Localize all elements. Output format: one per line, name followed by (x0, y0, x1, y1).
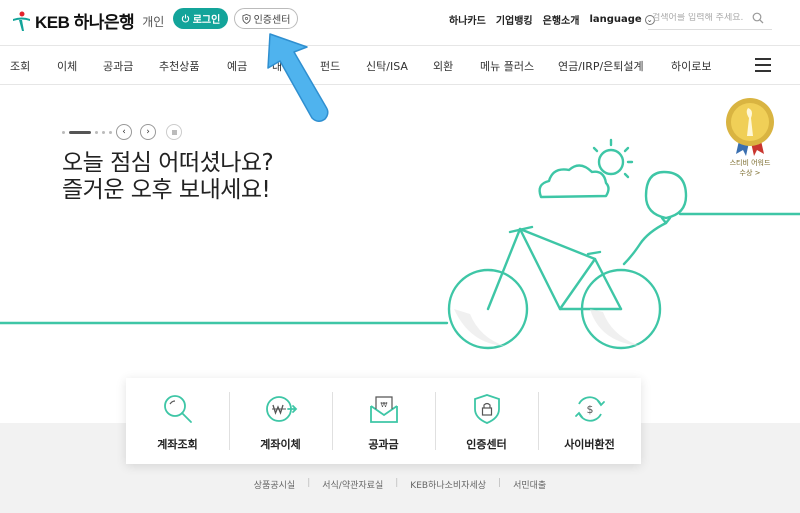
quick-item-account-transfer[interactable]: 계좌이체 (229, 378, 332, 464)
footer-link-forms-terms[interactable]: 서식/약관자료실 (310, 478, 395, 491)
quick-item-utility-bills[interactable]: ₩ 공과금 (332, 378, 435, 464)
nav-item-menu-plus[interactable]: 메뉴 플러스 (480, 58, 534, 74)
svg-text:₩: ₩ (380, 401, 387, 409)
language-label: language (589, 14, 642, 25)
main-nav: 조회 이체 공과금 추천상품 예금 대 펀드 신탁/ISA 외환 메뉴 플러스 … (0, 45, 800, 85)
hero-line-2: 즐거운 오후 보내세요! (62, 177, 271, 203)
carousel-controls: ‹ › (62, 124, 182, 140)
cert-label: 인증센터 (253, 15, 291, 26)
svg-text:$: $ (586, 403, 593, 416)
award-text: 스티비 어워드 수상 > (710, 158, 790, 178)
award-medal-icon (726, 98, 774, 156)
quick-item-account-inquiry[interactable]: 계좌조회 (126, 378, 229, 464)
quick-label: 인증센터 (466, 438, 507, 451)
nav-item-inquiry[interactable]: 조회 (10, 58, 30, 74)
carousel-stop-button[interactable] (166, 124, 182, 140)
carousel-prev-button[interactable]: ‹ (116, 124, 132, 140)
carousel-dot[interactable] (95, 130, 98, 134)
award-line-1: 스티비 어워드 (729, 159, 771, 167)
nav-item-loan[interactable]: 대 (272, 58, 282, 74)
top-link-hanacard[interactable]: 하나카드 (449, 12, 486, 27)
carousel-dot-active[interactable] (69, 130, 91, 134)
carousel-dot[interactable] (109, 130, 112, 134)
carousel-dot[interactable] (102, 130, 105, 134)
nav-item-recommended[interactable]: 추천상품 (159, 58, 199, 74)
hamburger-menu-icon[interactable] (755, 58, 771, 72)
envelope-won-icon: ₩ (369, 396, 398, 423)
shield-lock-icon (473, 394, 500, 424)
nav-item-transfer[interactable]: 이체 (57, 58, 77, 74)
top-link-corporate[interactable]: 기업뱅킹 (496, 12, 533, 27)
nav-item-hairobo[interactable]: 하이로보 (671, 58, 711, 74)
stevie-award-badge[interactable]: 스티비 어워드 수상 > (710, 96, 790, 186)
hero-greeting: 오늘 점심 어떠셨나요? 즐거운 오후 보내세요! (62, 150, 274, 204)
search-input[interactable] (648, 13, 752, 23)
logo-text: KEB 하나은행 (35, 13, 135, 32)
footer-link-product-disclosure[interactable]: 상품공시실 (242, 478, 307, 491)
power-icon (181, 14, 189, 23)
award-line-2: 수상 > (739, 169, 761, 177)
logo-sub: 개인 (142, 15, 165, 29)
carousel-next-button[interactable]: › (140, 124, 156, 140)
nav-item-fund[interactable]: 펀드 (320, 58, 340, 74)
quick-menu: 계좌조회 계좌이체 ₩ 공과금 인증센터 $ 사이버환전 (126, 378, 641, 464)
hana-logo-icon (13, 11, 30, 31)
footer-link-low-income-loan[interactable]: 서민대출 (501, 478, 558, 491)
nav-item-pension[interactable]: 연금/IRP/은퇴설계 (558, 58, 644, 74)
hero-line-1: 오늘 점심 어떠셨나요? (62, 150, 274, 176)
logo[interactable]: KEB 하나은행 개인 (10, 8, 164, 33)
nav-item-utility[interactable]: 공과금 (103, 58, 133, 74)
login-button[interactable]: 로그인 (173, 8, 228, 29)
quick-item-cert-center[interactable]: 인증센터 (435, 378, 538, 464)
quick-label: 계좌조회 (157, 438, 198, 451)
top-link-about[interactable]: 은행소개 (543, 12, 580, 27)
nav-item-trust-isa[interactable]: 신탁/ISA (366, 58, 408, 74)
quick-label: 공과금 (368, 438, 399, 451)
language-selector[interactable]: language ⌄ (589, 12, 655, 27)
top-links: 하나카드 기업뱅킹 은행소개 language ⌄ (449, 12, 655, 27)
won-transfer-icon (265, 396, 297, 422)
quick-label: 사이버환전 (564, 438, 615, 451)
magnifier-icon (163, 395, 192, 423)
search-icon[interactable] (752, 12, 764, 24)
nav-item-deposit[interactable]: 예금 (227, 58, 247, 74)
footer-links: 상품공시실 | 서식/약관자료실 | KEB하나소비자세상 | 서민대출 (0, 478, 800, 491)
cert-center-button[interactable]: 인증센터 (234, 8, 298, 29)
footer-link-consumer-world[interactable]: KEB하나소비자세상 (398, 478, 498, 491)
search-box (648, 7, 772, 30)
nav-item-forex[interactable]: 외환 (433, 58, 453, 74)
shield-icon (242, 13, 251, 24)
carousel-dot[interactable] (62, 130, 65, 134)
quick-label: 계좌이체 (260, 438, 301, 451)
login-label: 로그인 (192, 15, 221, 26)
header: KEB 하나은행 개인 로그인 인증센터 하나카드 기업뱅킹 은행소개 lang… (0, 0, 800, 42)
quick-item-cyber-exchange[interactable]: $ 사이버환전 (538, 378, 641, 464)
currency-exchange-icon: $ (574, 396, 605, 422)
